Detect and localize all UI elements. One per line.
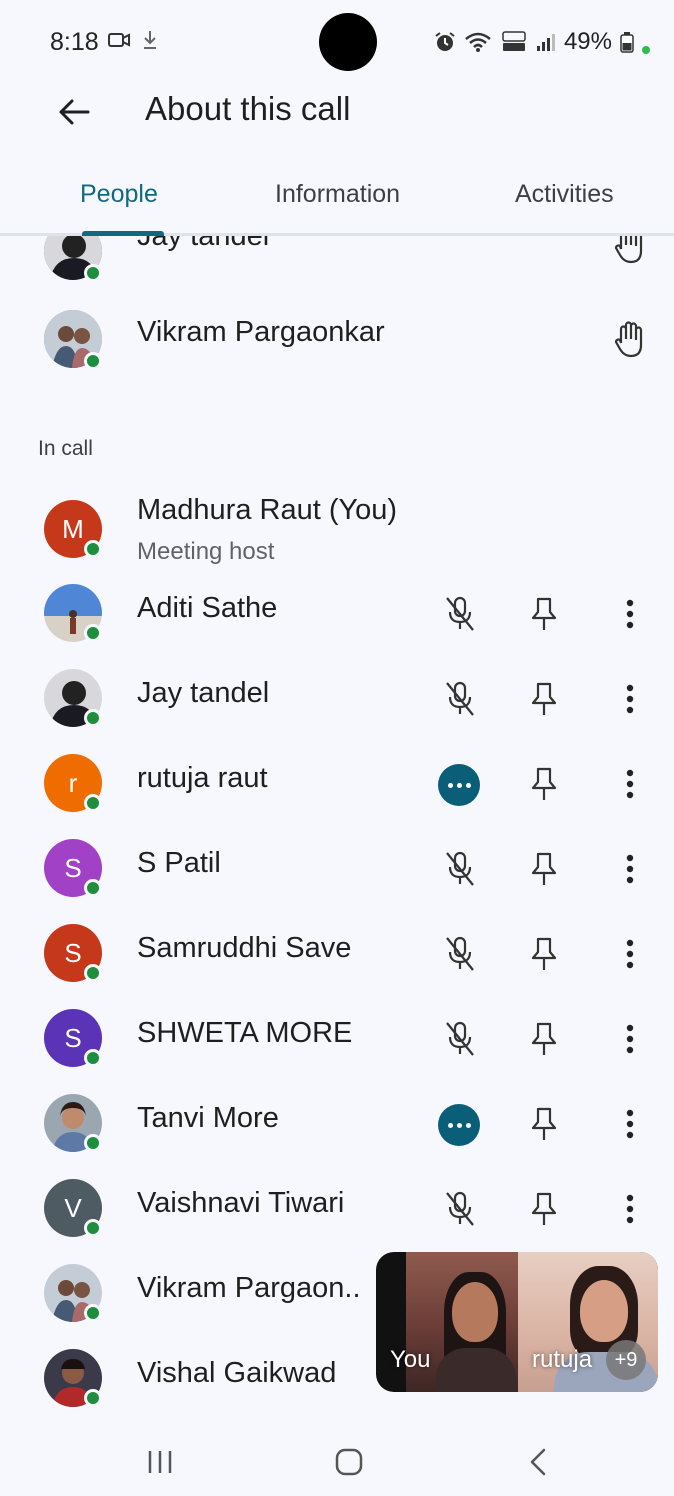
participant-name: SHWETA MORE [137, 1017, 353, 1049]
mic-off-icon [438, 677, 482, 721]
battery-icon [620, 32, 634, 53]
participant-row[interactable]: Jay tandel [0, 661, 674, 745]
online-status-icon [84, 540, 102, 558]
picture-in-picture-video[interactable]: You rutuja +9 [376, 1252, 658, 1392]
online-status-icon [84, 709, 102, 727]
tab-bar: People Information Activities [0, 162, 674, 236]
section-label-in-call: In call [38, 437, 93, 460]
participant-name: Jay tandel [137, 677, 270, 709]
participant-video-label: rutuja [532, 1346, 593, 1373]
tab-people[interactable]: People [80, 180, 158, 209]
mic-off-icon [438, 1187, 482, 1231]
pin-icon[interactable] [522, 762, 566, 806]
more-options-icon[interactable] [608, 1187, 652, 1231]
online-status-icon [84, 1219, 102, 1237]
pin-icon[interactable] [522, 1102, 566, 1146]
mic-off-icon [438, 847, 482, 891]
mic-off-icon [438, 592, 482, 636]
back-nav-icon[interactable] [516, 1440, 560, 1484]
people-list[interactable]: Jay tandel Vikram Pargaonkar In call M M… [0, 236, 674, 1416]
participant-name: Tanvi More [137, 1102, 279, 1134]
participant-name: Vikram Pargaonkar [137, 316, 385, 348]
status-time: 8:18 [50, 28, 99, 56]
online-status-icon [84, 879, 102, 897]
back-arrow-icon[interactable] [52, 90, 96, 134]
mic-off-icon [438, 932, 482, 976]
more-options-icon[interactable] [608, 592, 652, 636]
app-bar: About this call [0, 80, 674, 140]
participant-name: Vishal Gaikwad [137, 1357, 337, 1389]
mic-off-icon [438, 1017, 482, 1061]
more-options-icon[interactable] [608, 1102, 652, 1146]
participant-row[interactable]: S SHWETA MORE [0, 1001, 674, 1085]
pin-icon[interactable] [522, 932, 566, 976]
participant-name: Jay tandel [137, 236, 270, 252]
pin-icon[interactable] [522, 592, 566, 636]
participant-name: Samruddhi Save [137, 932, 352, 964]
privacy-indicator-icon [642, 46, 650, 54]
self-video-label: You [390, 1346, 431, 1373]
system-nav-bar [0, 1424, 674, 1496]
speaking-indicator-icon [438, 764, 480, 806]
participant-row[interactable]: S S Patil [0, 831, 674, 915]
participant-row[interactable]: Tanvi More [0, 1086, 674, 1170]
raised-hand-row[interactable]: Jay tandel [0, 236, 674, 292]
video-call-status-icon [108, 33, 130, 47]
recents-icon[interactable] [138, 1440, 182, 1484]
raised-hand-row[interactable]: Vikram Pargaonkar [0, 296, 674, 380]
battery-percent: 49% [563, 28, 612, 55]
pin-icon[interactable] [522, 1017, 566, 1061]
raised-hand-icon [608, 236, 652, 268]
online-status-icon [84, 624, 102, 642]
online-status-icon [84, 352, 102, 370]
extra-participants-badge: +9 [606, 1340, 646, 1380]
host-row[interactable]: M Madhura Raut (You) Meeting host [0, 486, 674, 576]
status-left-icons [108, 30, 158, 50]
more-options-icon[interactable] [608, 847, 652, 891]
online-status-icon [84, 794, 102, 812]
page-title: About this call [145, 90, 351, 127]
online-status-icon [84, 1304, 102, 1322]
participant-row[interactable]: Aditi Sathe [0, 576, 674, 660]
tab-information[interactable]: Information [275, 180, 400, 209]
pin-icon[interactable] [522, 1187, 566, 1231]
home-icon[interactable] [327, 1440, 371, 1484]
participant-name: Aditi Sathe [137, 592, 278, 624]
online-status-icon [84, 964, 102, 982]
participant-row[interactable]: S Samruddhi Save [0, 916, 674, 1000]
more-options-icon[interactable] [608, 932, 652, 976]
pin-icon[interactable] [522, 847, 566, 891]
participant-name: rutuja raut [137, 762, 268, 794]
host-subtitle: Meeting host [137, 538, 275, 565]
more-options-icon[interactable] [608, 1017, 652, 1061]
download-status-icon [144, 31, 156, 49]
volte-icon [502, 31, 526, 51]
participant-name: Vikram Pargaon.. [137, 1272, 361, 1304]
online-status-icon [84, 264, 102, 282]
tab-activities[interactable]: Activities [515, 180, 614, 209]
participant-row[interactable]: r rutuja raut [0, 746, 674, 830]
more-options-icon[interactable] [608, 677, 652, 721]
raised-hand-icon [608, 318, 652, 362]
signal-icon [536, 34, 555, 51]
alarm-icon [435, 32, 455, 51]
wifi-icon [465, 32, 491, 52]
status-right-icons: 49% [434, 28, 650, 56]
participant-name: S Patil [137, 847, 221, 879]
status-bar: 8:18 49% [0, 0, 674, 84]
participant-name: Vaishnavi Tiwari [137, 1187, 345, 1219]
more-options-icon[interactable] [608, 762, 652, 806]
front-camera [319, 13, 377, 71]
speaking-indicator-icon [438, 1104, 480, 1146]
online-status-icon [84, 1049, 102, 1067]
online-status-icon [84, 1134, 102, 1152]
participant-row[interactable]: V Vaishnavi Tiwari [0, 1171, 674, 1255]
participant-name: Madhura Raut (You) [137, 494, 398, 526]
pin-icon[interactable] [522, 677, 566, 721]
online-status-icon [84, 1389, 102, 1407]
